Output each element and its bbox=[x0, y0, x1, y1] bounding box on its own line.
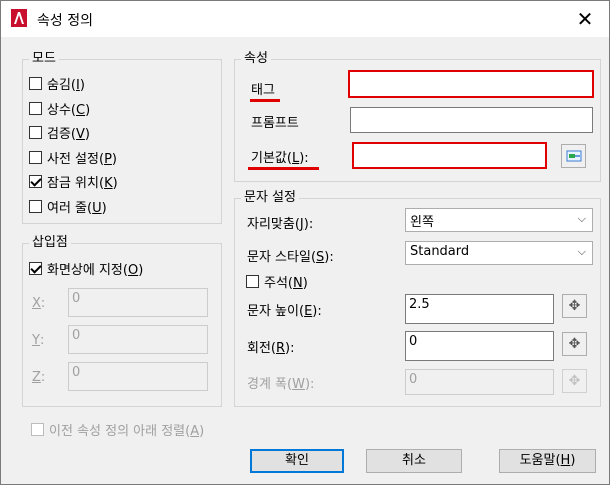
prompt-label: 프롬프트 bbox=[251, 116, 299, 131]
x-input[interactable]: 0 bbox=[68, 288, 208, 317]
checkbox-box bbox=[29, 150, 42, 164]
text-height-pick-button[interactable]: ✥ bbox=[562, 294, 587, 318]
text-settings-group-title: 문자 설정 bbox=[241, 190, 299, 206]
checkbox-box bbox=[29, 125, 42, 139]
insertion-point-group-title: 삽입점 bbox=[29, 235, 71, 251]
mode-multiple-lines-checkbox[interactable]: 여러 줄(U) bbox=[29, 196, 107, 216]
boundary-width-label: 경계 폭(W): bbox=[247, 377, 315, 392]
checkbox-box bbox=[29, 174, 42, 188]
close-icon: ✕ bbox=[576, 7, 594, 31]
chevron-down-icon: ⌵ bbox=[577, 245, 586, 258]
close-button[interactable]: ✕ bbox=[573, 7, 597, 31]
text-style-label: 문자 스타일(S): bbox=[247, 250, 334, 265]
annotative-checkbox[interactable]: 주석(N) bbox=[246, 271, 308, 291]
rotation-label: 회전(R): bbox=[247, 341, 295, 356]
attribute-definition-dialog: 속성 정의 ✕ 모드 숨김(I) 상수(C) 검증(V) 사전 설정(P) 잠금… bbox=[0, 0, 610, 485]
x-label: X: bbox=[32, 295, 46, 311]
mode-group-title: 모드 bbox=[29, 51, 59, 67]
checkbox-box bbox=[29, 261, 42, 275]
chevron-down-icon: ⌵ bbox=[577, 212, 586, 225]
mode-constant-checkbox[interactable]: 상수(C) bbox=[29, 98, 90, 118]
text-height-input[interactable]: 2.5 bbox=[405, 294, 554, 324]
default-label: 기본값(L): bbox=[251, 151, 309, 166]
y-label: Y: bbox=[32, 332, 45, 348]
rotation-pick-button[interactable]: ✥ bbox=[562, 332, 587, 356]
attribute-group-title: 속성 bbox=[241, 51, 271, 67]
insert-field-icon bbox=[566, 150, 581, 162]
title-bar: 속성 정의 ✕ bbox=[1, 1, 609, 37]
help-button[interactable]: 도움말(H) bbox=[499, 449, 596, 473]
default-input[interactable] bbox=[352, 142, 547, 169]
mode-lock-position-checkbox[interactable]: 잠금 위치(K) bbox=[29, 171, 118, 191]
tag-label: 태그 bbox=[251, 83, 275, 98]
checkbox-box bbox=[31, 422, 44, 436]
crosshair-icon: ✥ bbox=[568, 336, 581, 352]
autocad-logo-icon bbox=[11, 9, 27, 27]
boundary-width-input[interactable]: 0 bbox=[405, 369, 554, 395]
z-label: Z: bbox=[32, 369, 46, 385]
checkbox-box bbox=[29, 199, 42, 213]
boundary-width-pick-button[interactable]: ✥ bbox=[562, 369, 587, 393]
checkbox-box bbox=[246, 274, 259, 288]
y-input[interactable]: 0 bbox=[68, 325, 208, 354]
checkbox-box bbox=[29, 76, 42, 90]
tag-input[interactable] bbox=[348, 70, 594, 98]
tag-label-underline-mark bbox=[250, 99, 280, 102]
justify-select[interactable]: 왼쪽 ⌵ bbox=[405, 208, 593, 232]
mode-verify-checkbox[interactable]: 검증(V) bbox=[29, 122, 90, 142]
checkbox-box bbox=[29, 101, 42, 115]
insert-field-button[interactable] bbox=[561, 144, 586, 168]
z-input[interactable]: 0 bbox=[68, 362, 208, 391]
default-label-underline-mark bbox=[248, 167, 319, 170]
window-title: 속성 정의 bbox=[37, 13, 93, 29]
cancel-button[interactable]: 취소 bbox=[366, 449, 462, 473]
text-height-label: 문자 높이(E): bbox=[247, 304, 322, 319]
prompt-input[interactable] bbox=[350, 107, 593, 133]
mode-preset-checkbox[interactable]: 사전 설정(P) bbox=[29, 147, 117, 167]
text-style-select[interactable]: Standard ⌵ bbox=[405, 241, 593, 265]
crosshair-icon: ✥ bbox=[568, 298, 581, 314]
crosshair-icon: ✥ bbox=[568, 373, 581, 389]
rotation-input[interactable]: 0 bbox=[405, 331, 554, 361]
specify-on-screen-checkbox[interactable]: 화면상에 지정(O) bbox=[29, 258, 143, 278]
mode-hidden-checkbox[interactable]: 숨김(I) bbox=[29, 73, 85, 93]
ok-button[interactable]: 확인 bbox=[250, 449, 344, 473]
justify-label: 자리맞춤(J): bbox=[247, 217, 314, 232]
align-below-checkbox[interactable]: 이전 속성 정의 아래 정렬(A) bbox=[31, 419, 204, 439]
